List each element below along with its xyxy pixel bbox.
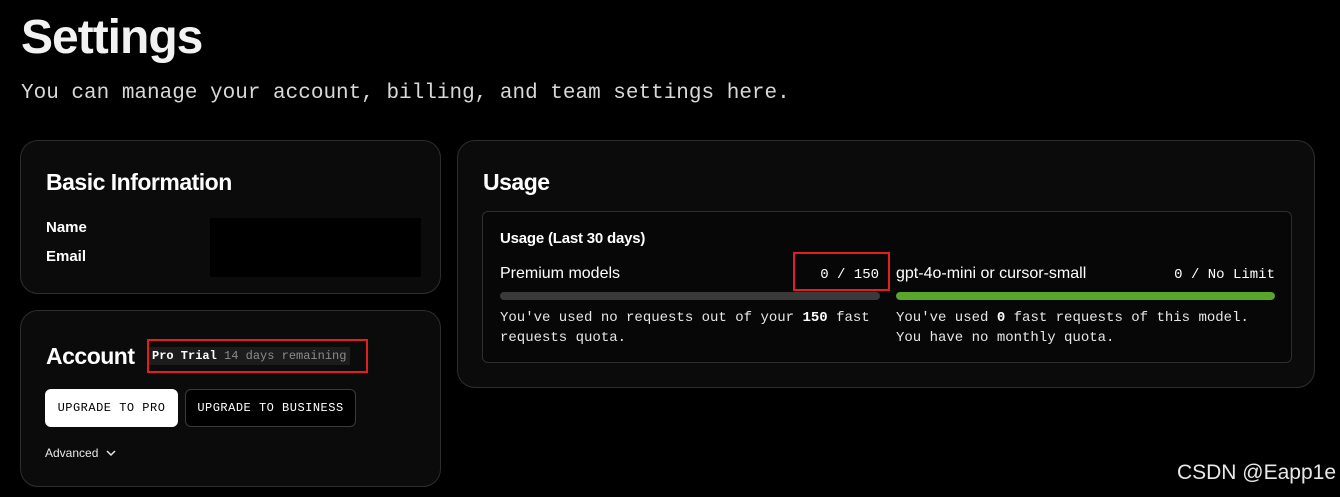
account-card: Account Pro Trial 14 days remaining UPGR… xyxy=(20,310,441,487)
basic-information-card: Basic Information Name Email xyxy=(20,140,441,294)
premium-usage-description: You've used no requests out of your 150 … xyxy=(500,308,885,348)
usage-title: Usage xyxy=(483,169,550,195)
mini-models-label: gpt-4o-mini or cursor-small xyxy=(896,265,1087,282)
page-subtitle: You can manage your account, billing, an… xyxy=(21,82,790,105)
mini-models-count: 0 / No Limit xyxy=(1174,267,1275,283)
count-highlight-box xyxy=(793,252,890,291)
premium-models-label: Premium models xyxy=(500,265,621,282)
basic-information-title: Basic Information xyxy=(46,169,232,195)
name-label: Name xyxy=(46,219,87,236)
upgrade-to-business-button[interactable]: UPGRADE TO BUSINESS xyxy=(185,389,356,427)
email-label: Email xyxy=(46,248,87,265)
chevron-down-icon xyxy=(106,449,116,457)
advanced-toggle[interactable]: Advanced xyxy=(45,446,116,460)
watermark: CSDN @Eapp1e xyxy=(1176,461,1336,484)
usage-panel: Usage (Last 30 days) Premium models 0 / … xyxy=(482,211,1292,363)
premium-desc-quota: 150 xyxy=(802,310,828,326)
mini-progress-fill xyxy=(896,292,1275,300)
settings-page: Settings You can manage your account, bi… xyxy=(0,0,1340,497)
mini-desc-used: 0 xyxy=(996,310,1006,326)
redacted-user-info xyxy=(210,218,421,277)
usage-period-title: Usage (Last 30 days) xyxy=(500,230,646,247)
premium-desc-prefix: You've used no requests out of your xyxy=(500,310,803,326)
account-title: Account xyxy=(46,343,135,369)
plan-highlight-box xyxy=(147,339,368,373)
usage-card: Usage Usage (Last 30 days) Premium model… xyxy=(457,140,1315,388)
mini-progress-bar xyxy=(896,292,1275,300)
upgrade-to-pro-button[interactable]: UPGRADE TO PRO xyxy=(45,389,178,427)
page-title: Settings xyxy=(21,11,203,64)
advanced-label: Advanced xyxy=(45,446,99,460)
mini-usage-description: You've used 0 fast requests of this mode… xyxy=(896,308,1281,348)
premium-progress-bar xyxy=(500,292,880,300)
mini-desc-prefix: You've used xyxy=(896,310,997,326)
